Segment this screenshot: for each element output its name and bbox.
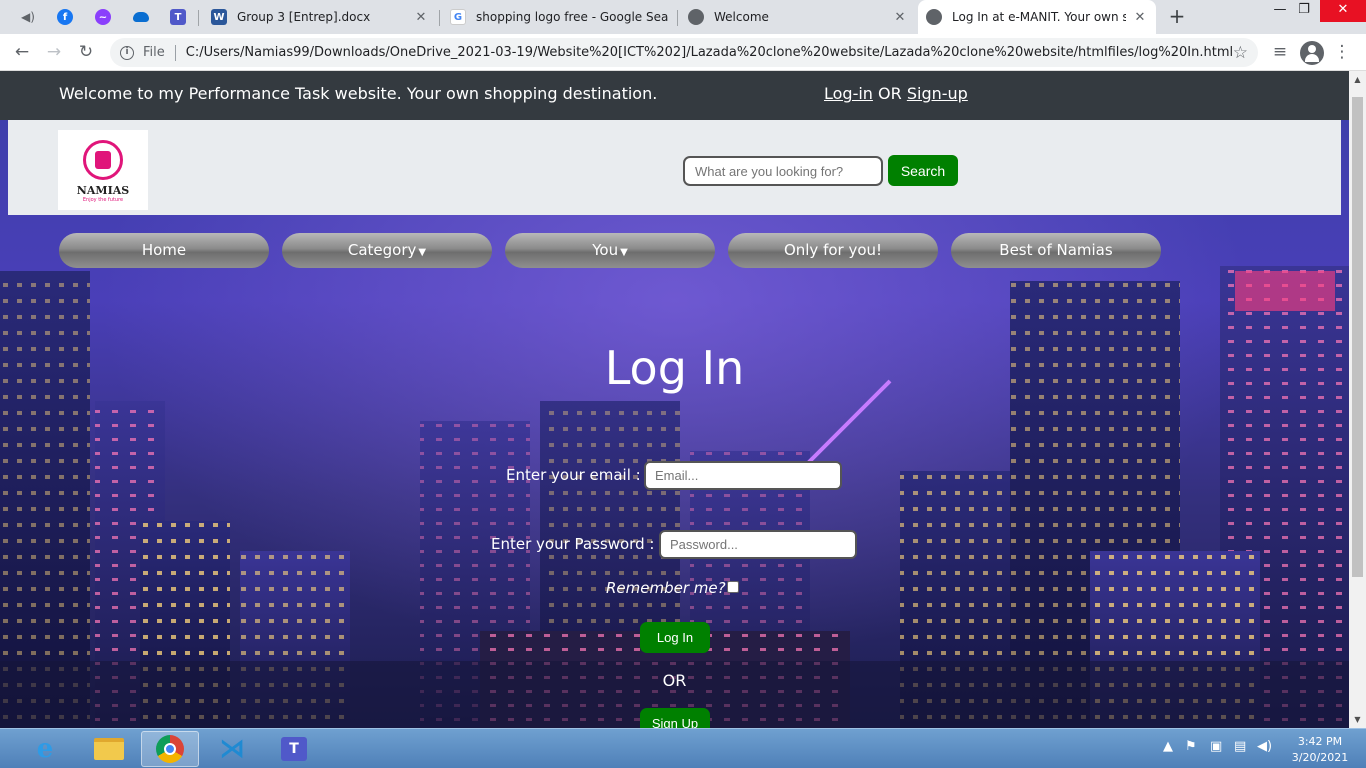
chevron-down-icon: ▼ <box>418 247 427 258</box>
tab-title: shopping logo free - Google Sea <box>476 10 668 24</box>
show-hidden-icons-icon[interactable]: ▲ <box>1163 739 1173 759</box>
page-title: Log In <box>604 341 745 395</box>
chevron-down-icon: ▼ <box>620 247 628 258</box>
address-bar[interactable]: i File C:/Users/Namias99/Downloads/OneDr… <box>110 38 1258 67</box>
browser-tab-strip: ◀) f ~ T W Group 3 [Entrep].docx ✕ G sho… <box>0 0 1366 34</box>
password-field[interactable] <box>659 530 857 559</box>
google-icon: G <box>450 9 466 25</box>
auth-or-text: OR <box>878 84 902 103</box>
page-scrollbar[interactable]: ▲ ▼ <box>1349 71 1366 728</box>
forward-button[interactable]: → <box>42 41 66 65</box>
window-close-button[interactable]: ✕ <box>1320 0 1366 22</box>
pinned-tab-speaker[interactable]: ◀) <box>10 5 46 29</box>
site-header: NAMIAS Enjoy the future Search <box>8 120 1341 215</box>
taskbar-internet-explorer[interactable]: e <box>16 731 74 767</box>
network-icon[interactable]: ▤ <box>1234 739 1246 759</box>
logo-name: NAMIAS <box>76 184 130 197</box>
nav-category[interactable]: Category ▼ <box>282 233 492 268</box>
tab-title: Log In at e-MANIT. Your own sho <box>952 10 1126 24</box>
password-label: Enter your Password : <box>491 535 655 553</box>
clock-time: 3:42 PM <box>1297 735 1343 748</box>
page-viewport: Welcome to my Performance Task website. … <box>0 71 1349 728</box>
email-field[interactable] <box>644 461 842 490</box>
clock-date: 3/20/2021 <box>1291 751 1349 764</box>
file-explorer-icon <box>94 738 124 760</box>
taskbar-teams[interactable]: T <box>265 731 323 767</box>
pinned-tab-facebook[interactable]: f <box>47 5 83 29</box>
messenger-icon: ~ <box>95 9 111 25</box>
chrome-icon <box>156 735 184 763</box>
signup-button[interactable]: Sign Up <box>640 708 710 728</box>
address-scheme: File <box>143 45 165 60</box>
info-icon[interactable]: i <box>120 45 134 60</box>
remember-me-checkbox[interactable] <box>727 581 739 593</box>
profile-avatar[interactable] <box>1300 41 1324 65</box>
back-button[interactable]: ← <box>10 41 34 65</box>
nav-label: Home <box>141 241 187 259</box>
scroll-down-arrow-icon[interactable]: ▼ <box>1349 711 1366 728</box>
logo-tagline: Enjoy the future <box>82 197 124 203</box>
action-center-icon[interactable]: ⚑ <box>1185 739 1197 759</box>
tab-welcome[interactable]: Welcome ✕ <box>680 4 916 30</box>
taskbar-chrome[interactable] <box>141 731 199 767</box>
tab-title: Group 3 [Entrep].docx <box>237 10 371 24</box>
globe-icon <box>926 9 942 25</box>
speaker-icon: ◀) <box>21 10 35 24</box>
taskbar-file-explorer[interactable] <box>80 731 138 767</box>
pinned-tab-teams[interactable]: T <box>160 5 196 29</box>
nav-you[interactable]: You ▼ <box>505 233 715 268</box>
bookmark-star-icon[interactable]: ☆ <box>1233 43 1248 63</box>
nav-best-of-namias[interactable]: Best of Namias <box>951 233 1161 268</box>
browser-toolbar: ← → ↻ i File C:/Users/Namias99/Downloads… <box>0 34 1366 71</box>
nav-home[interactable]: Home <box>59 233 269 268</box>
close-icon[interactable]: ✕ <box>1132 10 1148 25</box>
signup-link[interactable]: Sign-up <box>907 84 968 103</box>
reading-list-icon[interactable]: ≡ <box>1268 41 1292 65</box>
internet-explorer-icon: e <box>36 734 54 764</box>
onedrive-icon <box>133 12 149 22</box>
pinned-tab-onedrive[interactable] <box>123 5 159 29</box>
welcome-bar: Welcome to my Performance Task website. … <box>0 71 1349 120</box>
nav-only-for-you[interactable]: Only for you! <box>728 233 938 268</box>
welcome-message: Welcome to my Performance Task website. … <box>59 84 658 103</box>
windows-taskbar: e ⋊ T ▲ ⚑ ▣ ▤ ◀) 3:42 PM 3/20/2021 <box>0 728 1366 768</box>
device-icon[interactable]: ▣ <box>1210 739 1222 759</box>
taskbar-vscode[interactable]: ⋊ <box>203 731 261 767</box>
auth-links: Log-in OR Sign-up <box>824 84 968 103</box>
close-icon[interactable]: ✕ <box>413 10 429 25</box>
login-link[interactable]: Log-in <box>824 84 873 103</box>
search-button[interactable]: Search <box>888 155 958 186</box>
login-button[interactable]: Log In <box>640 622 710 653</box>
tab-login-active[interactable]: Log In at e-MANIT. Your own sho ✕ <box>918 0 1156 34</box>
close-icon[interactable]: ✕ <box>892 10 908 25</box>
remember-me-label: Remember me? <box>606 579 726 597</box>
search-input[interactable] <box>683 156 883 186</box>
nav-label: You <box>592 241 619 259</box>
volume-icon[interactable]: ◀) <box>1257 739 1272 759</box>
shopping-bag-icon <box>83 140 123 180</box>
teams-icon: T <box>281 737 307 761</box>
nav-label: Only for you! <box>783 241 883 259</box>
address-url[interactable]: C:/Users/Namias99/Downloads/OneDrive_202… <box>186 45 1233 60</box>
menu-icon[interactable]: ⋮ <box>1330 41 1354 65</box>
globe-icon <box>688 9 704 25</box>
scroll-up-arrow-icon[interactable]: ▲ <box>1349 71 1366 88</box>
tab-google-search[interactable]: G shopping logo free - Google Sea <box>442 4 676 30</box>
tab-title: Welcome <box>714 10 769 24</box>
email-label: Enter your email : <box>506 466 641 484</box>
taskbar-clock[interactable]: 3:42 PM 3/20/2021 <box>1282 734 1358 766</box>
vscode-icon: ⋊ <box>219 734 245 764</box>
nav-label: Best of Namias <box>999 241 1113 259</box>
nav-label: Category <box>347 241 417 259</box>
reload-button[interactable]: ↻ <box>74 41 98 65</box>
new-tab-button[interactable]: + <box>1166 6 1188 28</box>
pinned-tab-messenger[interactable]: ~ <box>85 5 121 29</box>
facebook-icon: f <box>57 9 73 25</box>
site-logo[interactable]: NAMIAS Enjoy the future <box>58 130 148 210</box>
or-separator: OR <box>662 671 687 690</box>
tab-word-doc[interactable]: W Group 3 [Entrep].docx ✕ <box>203 4 437 30</box>
scroll-thumb[interactable] <box>1352 97 1363 577</box>
teams-icon: T <box>170 9 186 25</box>
word-icon: W <box>211 9 227 25</box>
